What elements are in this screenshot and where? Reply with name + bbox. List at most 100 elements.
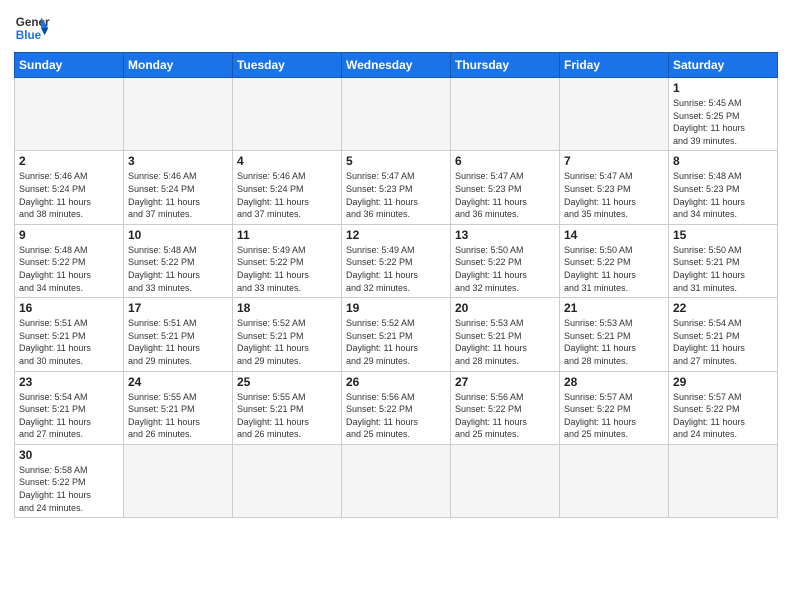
calendar-cell: 18 Sunrise: 5:52 AM Sunset: 5:21 PM Dayli… bbox=[233, 298, 342, 371]
day-number: 3 bbox=[128, 154, 228, 168]
day-info: Sunrise: 5:52 AM Sunset: 5:21 PM Dayligh… bbox=[237, 317, 337, 367]
day-info: Sunrise: 5:52 AM Sunset: 5:21 PM Dayligh… bbox=[346, 317, 446, 367]
day-info: Sunrise: 5:54 AM Sunset: 5:21 PM Dayligh… bbox=[673, 317, 773, 367]
calendar-cell bbox=[233, 444, 342, 517]
day-number: 22 bbox=[673, 301, 773, 315]
day-info: Sunrise: 5:48 AM Sunset: 5:22 PM Dayligh… bbox=[128, 244, 228, 294]
calendar-cell: 19 Sunrise: 5:52 AM Sunset: 5:21 PM Dayli… bbox=[342, 298, 451, 371]
calendar-cell bbox=[342, 78, 451, 151]
week-row-5: 30 Sunrise: 5:58 AM Sunset: 5:22 PM Dayli… bbox=[15, 444, 778, 517]
day-number: 13 bbox=[455, 228, 555, 242]
calendar-cell: 1 Sunrise: 5:45 AM Sunset: 5:25 PM Daylig… bbox=[669, 78, 778, 151]
day-info: Sunrise: 5:57 AM Sunset: 5:22 PM Dayligh… bbox=[673, 391, 773, 441]
day-info: Sunrise: 5:55 AM Sunset: 5:21 PM Dayligh… bbox=[237, 391, 337, 441]
calendar-cell: 5Sunrise: 5:47 AM Sunset: 5:23 PM Daylig… bbox=[342, 151, 451, 224]
week-row-3: 16 Sunrise: 5:51 AM Sunset: 5:21 PM Dayli… bbox=[15, 298, 778, 371]
calendar-cell: 12 Sunrise: 5:49 AM Sunset: 5:22 PM Dayli… bbox=[342, 224, 451, 297]
svg-text:Blue: Blue bbox=[16, 29, 42, 42]
calendar-cell: 27Sunrise: 5:56 AM Sunset: 5:22 PM Dayli… bbox=[451, 371, 560, 444]
day-info: Sunrise: 5:50 AM Sunset: 5:22 PM Dayligh… bbox=[564, 244, 664, 294]
calendar-cell: 29Sunrise: 5:57 AM Sunset: 5:22 PM Dayli… bbox=[669, 371, 778, 444]
day-info: Sunrise: 5:50 AM Sunset: 5:22 PM Dayligh… bbox=[455, 244, 555, 294]
day-info: Sunrise: 5:57 AM Sunset: 5:22 PM Dayligh… bbox=[564, 391, 664, 441]
calendar-cell: 2Sunrise: 5:46 AM Sunset: 5:24 PM Daylig… bbox=[15, 151, 124, 224]
day-info: Sunrise: 5:51 AM Sunset: 5:21 PM Dayligh… bbox=[19, 317, 119, 367]
day-number: 16 bbox=[19, 301, 119, 315]
day-info: Sunrise: 5:53 AM Sunset: 5:21 PM Dayligh… bbox=[564, 317, 664, 367]
logo-icon: General Blue bbox=[14, 10, 50, 46]
calendar-cell: 25 Sunrise: 5:55 AM Sunset: 5:21 PM Dayli… bbox=[233, 371, 342, 444]
calendar-cell bbox=[560, 444, 669, 517]
calendar-cell: 17 Sunrise: 5:51 AM Sunset: 5:21 PM Dayli… bbox=[124, 298, 233, 371]
calendar-cell: 21 Sunrise: 5:53 AM Sunset: 5:21 PM Dayli… bbox=[560, 298, 669, 371]
day-number: 24 bbox=[128, 375, 228, 389]
weekday-header-tuesday: Tuesday bbox=[233, 53, 342, 78]
calendar-cell bbox=[124, 78, 233, 151]
day-info: Sunrise: 5:49 AM Sunset: 5:22 PM Dayligh… bbox=[237, 244, 337, 294]
week-row-0: 1 Sunrise: 5:45 AM Sunset: 5:25 PM Daylig… bbox=[15, 78, 778, 151]
day-number: 18 bbox=[237, 301, 337, 315]
day-number: 1 bbox=[673, 81, 773, 95]
calendar-cell bbox=[233, 78, 342, 151]
day-info: Sunrise: 5:45 AM Sunset: 5:25 PM Dayligh… bbox=[673, 97, 773, 147]
calendar-cell: 11 Sunrise: 5:49 AM Sunset: 5:22 PM Dayli… bbox=[233, 224, 342, 297]
day-info: Sunrise: 5:46 AM Sunset: 5:24 PM Dayligh… bbox=[237, 170, 337, 220]
day-info: Sunrise: 5:54 AM Sunset: 5:21 PM Dayligh… bbox=[19, 391, 119, 441]
day-info: Sunrise: 5:53 AM Sunset: 5:21 PM Dayligh… bbox=[455, 317, 555, 367]
day-number: 14 bbox=[564, 228, 664, 242]
day-number: 17 bbox=[128, 301, 228, 315]
day-info: Sunrise: 5:49 AM Sunset: 5:22 PM Dayligh… bbox=[346, 244, 446, 294]
day-number: 2 bbox=[19, 154, 119, 168]
calendar-cell: 6Sunrise: 5:47 AM Sunset: 5:23 PM Daylig… bbox=[451, 151, 560, 224]
day-info: Sunrise: 5:51 AM Sunset: 5:21 PM Dayligh… bbox=[128, 317, 228, 367]
day-info: Sunrise: 5:50 AM Sunset: 5:21 PM Dayligh… bbox=[673, 244, 773, 294]
calendar-cell bbox=[560, 78, 669, 151]
day-info: Sunrise: 5:56 AM Sunset: 5:22 PM Dayligh… bbox=[346, 391, 446, 441]
week-row-1: 2 Sunrise: 5:46 AM Sunset: 5:24 PM Daylig… bbox=[15, 151, 778, 224]
calendar-cell: 7Sunrise: 5:47 AM Sunset: 5:23 PM Daylig… bbox=[560, 151, 669, 224]
day-number: 23 bbox=[19, 375, 119, 389]
calendar-cell: 28 Sunrise: 5:57 AM Sunset: 5:22 PM Dayli… bbox=[560, 371, 669, 444]
calendar-cell: 9Sunrise: 5:48 AM Sunset: 5:22 PM Daylig… bbox=[15, 224, 124, 297]
calendar-cell: 10Sunrise: 5:48 AM Sunset: 5:22 PM Dayli… bbox=[124, 224, 233, 297]
day-info: Sunrise: 5:55 AM Sunset: 5:21 PM Dayligh… bbox=[128, 391, 228, 441]
weekday-header-sunday: Sunday bbox=[15, 53, 124, 78]
calendar-cell bbox=[669, 444, 778, 517]
week-row-4: 23 Sunrise: 5:54 AM Sunset: 5:21 PM Dayli… bbox=[15, 371, 778, 444]
day-number: 11 bbox=[237, 228, 337, 242]
day-number: 5 bbox=[346, 154, 446, 168]
page: General Blue SundayMondayTuesdayWednesda… bbox=[0, 0, 792, 612]
weekday-header-thursday: Thursday bbox=[451, 53, 560, 78]
day-number: 21 bbox=[564, 301, 664, 315]
weekday-header-monday: Monday bbox=[124, 53, 233, 78]
day-info: Sunrise: 5:46 AM Sunset: 5:24 PM Dayligh… bbox=[128, 170, 228, 220]
calendar-cell: 3 Sunrise: 5:46 AM Sunset: 5:24 PM Daylig… bbox=[124, 151, 233, 224]
day-info: Sunrise: 5:47 AM Sunset: 5:23 PM Dayligh… bbox=[564, 170, 664, 220]
day-number: 15 bbox=[673, 228, 773, 242]
day-info: Sunrise: 5:48 AM Sunset: 5:23 PM Dayligh… bbox=[673, 170, 773, 220]
day-info: Sunrise: 5:58 AM Sunset: 5:22 PM Dayligh… bbox=[19, 464, 119, 514]
calendar-cell: 30 Sunrise: 5:58 AM Sunset: 5:22 PM Dayli… bbox=[15, 444, 124, 517]
calendar-cell: 16 Sunrise: 5:51 AM Sunset: 5:21 PM Dayli… bbox=[15, 298, 124, 371]
weekday-header-wednesday: Wednesday bbox=[342, 53, 451, 78]
day-number: 20 bbox=[455, 301, 555, 315]
day-number: 8 bbox=[673, 154, 773, 168]
calendar-cell: 8 Sunrise: 5:48 AM Sunset: 5:23 PM Daylig… bbox=[669, 151, 778, 224]
day-number: 28 bbox=[564, 375, 664, 389]
calendar-cell bbox=[124, 444, 233, 517]
calendar-cell: 4Sunrise: 5:46 AM Sunset: 5:24 PM Daylig… bbox=[233, 151, 342, 224]
calendar-cell: 26Sunrise: 5:56 AM Sunset: 5:22 PM Dayli… bbox=[342, 371, 451, 444]
day-info: Sunrise: 5:56 AM Sunset: 5:22 PM Dayligh… bbox=[455, 391, 555, 441]
calendar-cell: 15 Sunrise: 5:50 AM Sunset: 5:21 PM Dayli… bbox=[669, 224, 778, 297]
calendar-cell: 13 Sunrise: 5:50 AM Sunset: 5:22 PM Dayli… bbox=[451, 224, 560, 297]
weekday-header-row: SundayMondayTuesdayWednesdayThursdayFrid… bbox=[15, 53, 778, 78]
day-number: 12 bbox=[346, 228, 446, 242]
weekday-header-saturday: Saturday bbox=[669, 53, 778, 78]
calendar-cell: 20 Sunrise: 5:53 AM Sunset: 5:21 PM Dayli… bbox=[451, 298, 560, 371]
day-number: 19 bbox=[346, 301, 446, 315]
day-number: 30 bbox=[19, 448, 119, 462]
day-number: 25 bbox=[237, 375, 337, 389]
day-number: 9 bbox=[19, 228, 119, 242]
calendar-cell: 14 Sunrise: 5:50 AM Sunset: 5:22 PM Dayli… bbox=[560, 224, 669, 297]
day-number: 6 bbox=[455, 154, 555, 168]
